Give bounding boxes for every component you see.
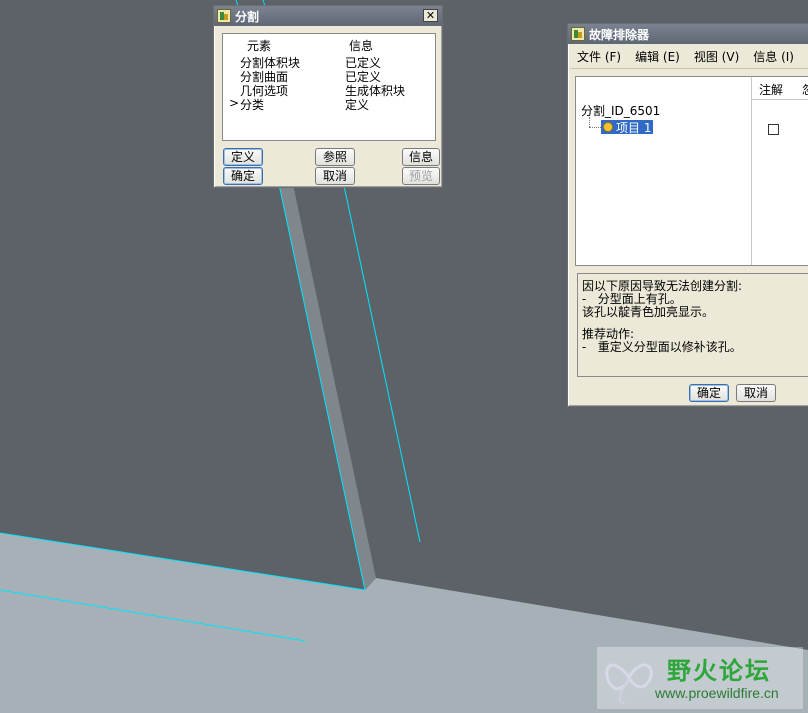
troubleshooter-titlebar[interactable]: 故障排除器	[568, 24, 808, 44]
menu-bar: 文件 (F) 编辑 (E) 视图 (V) 信息 (I)	[570, 44, 808, 69]
forum-watermark: 野火论坛 www.proewildfire.cn	[597, 647, 803, 709]
tree-item-label: 项目 1	[616, 120, 652, 135]
close-icon[interactable]: ✕	[423, 9, 438, 22]
table-row[interactable]: 分割体积块 已定义	[223, 54, 435, 70]
column-divider	[751, 77, 752, 265]
info-button[interactable]: 信息	[402, 148, 440, 166]
ok-button[interactable]: 确定	[223, 167, 263, 185]
preview-button[interactable]: 预览	[402, 167, 440, 185]
split-dialog-title: 分割	[235, 9, 260, 24]
tree-root[interactable]: 分割_ID_6501	[581, 102, 660, 119]
element-table: 元素 信息 分割体积块 已定义 分割曲面 已定义 几何选项 生成体积块 > 分类…	[222, 33, 436, 141]
table-row[interactable]: 几何选项 生成体积块	[223, 82, 435, 98]
column-header-info: 信息	[349, 39, 374, 53]
highlight-edge	[275, 169, 366, 591]
row-marker: >	[229, 96, 240, 110]
troubleshooter-dialog: 故障排除器 文件 (F) 编辑 (E) 视图 (V) 信息 (I) 分割_ID_…	[567, 23, 808, 407]
menu-edit[interactable]: 编辑 (E)	[628, 48, 687, 65]
note-checkbox[interactable]	[768, 124, 779, 135]
split-dialog-titlebar[interactable]: 分割 ✕	[214, 6, 442, 26]
split-dialog: 分割 ✕ 元素 信息 分割体积块 已定义 分割曲面 已定义 几何选项 生成体积块…	[213, 5, 443, 188]
butterfly-logo	[605, 663, 653, 704]
model-wall	[276, 170, 376, 590]
watermark-url: www.proewildfire.cn	[655, 685, 779, 701]
warning-icon	[603, 122, 613, 132]
message-panel: 因以下原因导致无法创建分割: - 分型面上有孔。 该孔以靛青色加亮显示。 推荐动…	[577, 273, 808, 377]
row-element: 分类	[240, 98, 265, 112]
tree-item-issue[interactable]: 项目 1	[601, 120, 654, 135]
column-header-note: 注解	[759, 83, 784, 97]
row-info: 定义	[345, 98, 370, 112]
column-header-ignore: 忽	[802, 81, 808, 98]
watermark-text: 野火论坛	[667, 657, 771, 685]
table-row[interactable]: 分割曲面 已定义	[223, 68, 435, 84]
reference-button[interactable]: 参照	[315, 148, 355, 166]
cancel-button[interactable]: 取消	[315, 167, 355, 185]
app-icon	[217, 9, 231, 23]
menu-file[interactable]: 文件 (F)	[570, 48, 628, 65]
menu-view[interactable]: 视图 (V)	[687, 48, 746, 65]
ok-button[interactable]: 确定	[689, 384, 729, 402]
issue-tree-panel: 分割_ID_6501 项目 1 注解 忽	[575, 76, 808, 266]
message-line: 该孔以靛青色加亮显示。	[582, 305, 715, 319]
tree-connector	[589, 127, 601, 129]
column-header-element: 元素	[247, 39, 272, 53]
table-row[interactable]: > 分类 定义	[223, 96, 435, 112]
header-divider	[751, 99, 808, 100]
message-line: - 重定义分型面以修补该孔。	[582, 340, 742, 354]
tree-connector	[589, 117, 591, 127]
menu-info[interactable]: 信息 (I)	[746, 48, 801, 65]
troubleshooter-title: 故障排除器	[589, 27, 650, 42]
cancel-button[interactable]: 取消	[736, 384, 776, 402]
define-button[interactable]: 定义	[223, 148, 263, 166]
app-icon	[571, 27, 585, 41]
